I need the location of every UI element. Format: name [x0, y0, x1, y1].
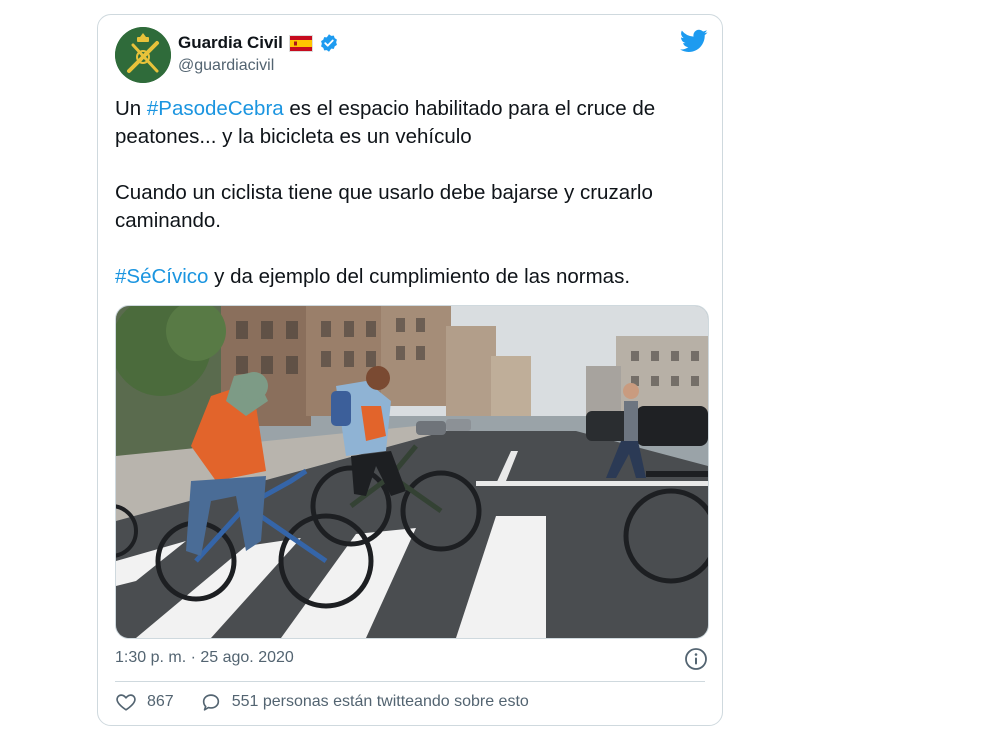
conversation-button[interactable]: 551 personas están twitteando sobre esto	[200, 691, 529, 713]
tweet-timestamp[interactable]: 1:30 p. m. · 25 ago. 2020	[115, 649, 294, 667]
like-button[interactable]: 867	[115, 691, 174, 713]
twitter-bird-icon[interactable]	[680, 27, 708, 55]
talking-count: 551 personas están twitteando sobre esto	[231, 693, 529, 710]
tweet-photo[interactable]	[115, 305, 709, 639]
verified-badge-icon	[320, 34, 337, 52]
avatar[interactable]	[115, 27, 171, 83]
author-handle[interactable]: @guardiacivil	[178, 57, 274, 75]
tweet-paragraph-1: Un #PasodeCebra es el espacio habilitado…	[115, 95, 705, 151]
author-name-row[interactable]: Guardia Civil	[178, 33, 339, 53]
spain-flag-icon	[288, 34, 313, 52]
tweet-paragraph-3: #SéCívico y da ejemplo del cumplimiento …	[115, 263, 705, 291]
text-prefix: Un	[115, 97, 147, 120]
text-suffix: y da ejemplo del cumplimiento de las nor…	[208, 265, 631, 288]
heart-icon	[116, 694, 136, 711]
cyclists-crosswalk-photo	[116, 306, 708, 638]
divider	[115, 681, 705, 682]
tweet-paragraph-2: Cuando un ciclista tiene que usarlo debe…	[115, 181, 653, 232]
display-name[interactable]: Guardia Civil	[178, 33, 283, 53]
info-icon[interactable]	[684, 647, 708, 671]
hashtag-secivico-link[interactable]: #SéCívico	[115, 265, 208, 288]
like-count: 867	[147, 693, 174, 710]
tweet-card: Guardia Civil @guardiacivil Un #PasodeCe…	[97, 14, 723, 726]
speech-bubble-icon	[202, 694, 219, 711]
tweet-text: Un #PasodeCebra es el espacio habilitado…	[115, 95, 705, 319]
guardia-civil-emblem-icon	[115, 27, 171, 83]
tweet-actions: 867 551 personas están twitteando sobre …	[115, 691, 555, 713]
hashtag-pasodecebra-link[interactable]: #PasodeCebra	[147, 97, 284, 120]
